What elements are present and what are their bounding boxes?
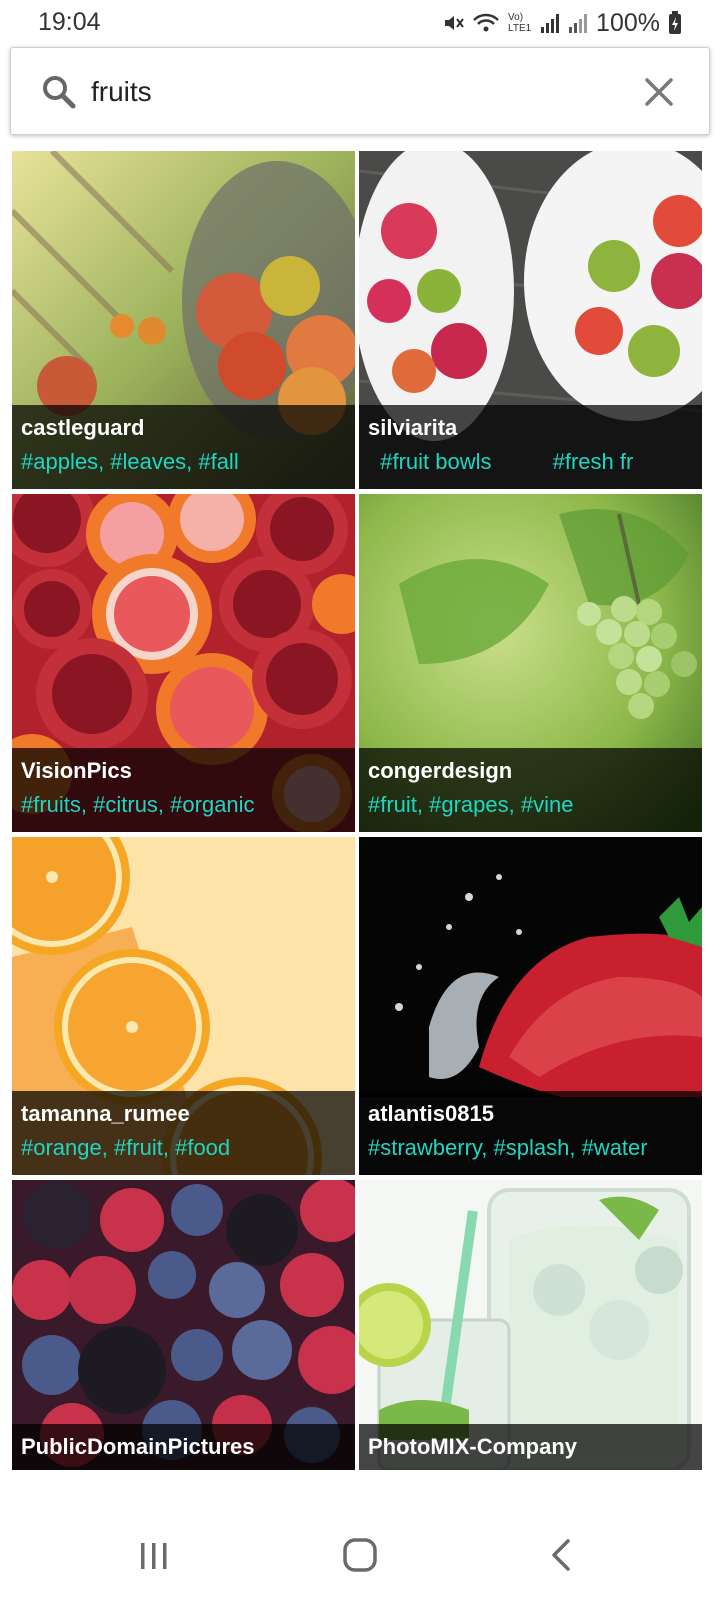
lte-label: Vo) LTE1 [508,12,532,34]
result-card[interactable]: congerdesign #fruit, #grapes, #vine [359,494,702,832]
result-card[interactable]: VisionPics #fruits, #citrus, #organic [12,494,355,832]
home-icon[interactable] [330,1530,390,1580]
status-bar: 19:04 Vo) LTE1 100% [0,0,720,44]
tag-list[interactable]: #fruit bowls #fresh fr [368,449,633,475]
recents-icon[interactable] [124,1530,184,1580]
author-name[interactable]: VisionPics [21,758,132,784]
signal-icon [540,12,560,34]
close-icon[interactable] [639,72,679,112]
caption: PhotoMIX-Company [359,1424,702,1470]
caption: tamanna_rumee #orange, #fruit, #food [12,1091,355,1175]
caption: VisionPics #fruits, #citrus, #organic [12,748,355,832]
author-name[interactable]: PublicDomainPictures [21,1434,255,1460]
tag-list[interactable]: #strawberry, #splash, #water [368,1135,648,1161]
author-name[interactable]: congerdesign [368,758,512,784]
search-icon[interactable] [39,72,79,112]
caption: atlantis0815 #strawberry, #splash, #wate… [359,1091,702,1175]
result-card[interactable]: PhotoMIX-Company [359,1180,702,1470]
battery-level: 100% [596,8,660,37]
caption: congerdesign #fruit, #grapes, #vine [359,748,702,832]
result-card[interactable]: PublicDomainPictures [12,1180,355,1470]
author-name[interactable]: atlantis0815 [368,1101,494,1127]
caption: silviarita #fruit bowls #fresh fr [359,405,702,489]
search-input[interactable] [91,66,611,118]
author-name[interactable]: PhotoMIX-Company [368,1434,577,1460]
tag-list[interactable]: #orange, #fruit, #food [21,1135,230,1161]
result-card[interactable]: castleguard #apples, #leaves, #fall [12,151,355,489]
wifi-icon [472,12,500,34]
caption: PublicDomainPictures [12,1424,355,1470]
signal-icon-2 [568,12,588,34]
author-name[interactable]: castleguard [21,415,145,441]
result-card[interactable]: tamanna_rumee #orange, #fruit, #food [12,837,355,1175]
tag-list[interactable]: #fruit, #grapes, #vine [368,792,573,818]
result-card[interactable]: silviarita #fruit bowls #fresh fr [359,151,702,489]
tag-list[interactable]: #apples, #leaves, #fall [21,449,239,475]
battery-charging-icon [668,11,682,35]
status-icons: Vo) LTE1 100% [442,8,682,38]
result-card[interactable]: atlantis0815 #strawberry, #splash, #wate… [359,837,702,1175]
author-name[interactable]: tamanna_rumee [21,1101,190,1127]
status-time: 19:04 [38,8,101,36]
search-bar [10,47,710,135]
tag-list[interactable]: #fruits, #citrus, #organic [21,792,255,818]
author-name[interactable]: silviarita [368,415,457,441]
caption: castleguard #apples, #leaves, #fall [12,405,355,489]
navigation-bar [0,1510,720,1600]
mute-icon [442,12,464,34]
back-icon[interactable] [532,1530,592,1580]
